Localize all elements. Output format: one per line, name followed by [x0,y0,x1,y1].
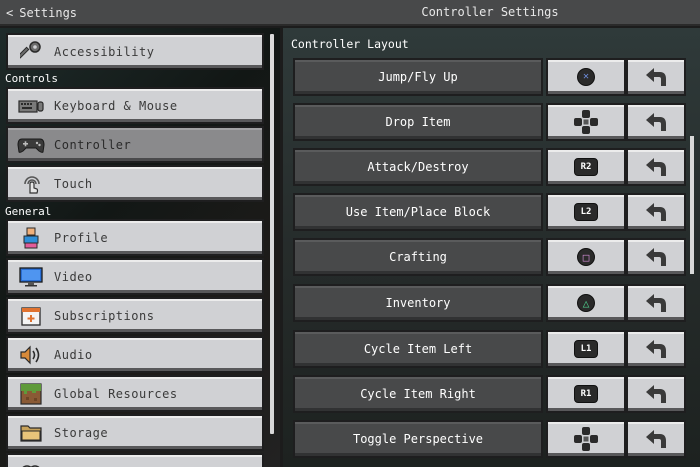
back-label: Settings [19,6,78,20]
partial-icon [16,460,46,467]
sidebar-scrollbar[interactable] [270,34,274,434]
undo-icon [646,385,666,403]
binding-button-toggle-perspective[interactable] [546,420,626,458]
binding-button-crafting[interactable]: □ [546,238,626,276]
keyboard-icon [16,94,46,118]
sidebar-item-global-resources[interactable]: Global Resources [6,375,264,412]
square-glyph: □ [582,250,590,264]
undo-icon [646,68,666,86]
reset-button-crafting[interactable] [626,238,686,276]
sidebar-item-video[interactable]: Video [6,258,264,295]
sidebar-item-profile[interactable]: Profile [6,219,264,256]
binding-button-cycle-left[interactable]: L1 [546,330,626,368]
reset-button-attack[interactable] [626,148,686,186]
action-button-cycle-item-left[interactable]: Cycle Item Left [293,330,543,368]
sidebar-item-label: Profile [54,230,109,245]
chevron-left-icon: < [6,6,14,20]
sidebar-item-label: Video [54,269,93,284]
undo-icon [646,340,666,358]
action-button-attack-destroy[interactable]: Attack/Destroy [293,148,543,186]
key-icon [16,40,46,64]
controller-layout-panel: Controller Layout Jump/Fly Up ✕ Drop Ite… [283,28,700,467]
reset-button-jump[interactable] [626,58,686,96]
page-title: Controller Settings [421,5,559,19]
reset-button-toggle-perspective[interactable] [626,420,686,458]
reset-button-drop-item[interactable] [626,103,686,141]
action-button-crafting[interactable]: Crafting [293,238,543,276]
undo-icon [646,294,666,312]
action-button-toggle-perspective[interactable]: Toggle Perspective [293,420,543,458]
back-button[interactable]: < Settings [6,4,77,22]
settings-sidebar: Accessibility Controls Keyboard & Mouse … [0,28,280,467]
sidebar-item-label: Storage [54,425,109,440]
reset-button-cycle-left[interactable] [626,330,686,368]
undo-icon [646,203,666,221]
touch-icon [16,172,46,196]
sidebar-item-accessibility[interactable]: Accessibility [6,33,264,70]
section-label-general: General [5,205,52,218]
binding-button-cycle-right[interactable]: R1 [546,375,626,413]
title-bar: < Settings Controller Settings [0,0,700,26]
sidebar-item-subscriptions[interactable]: Subscriptions [6,297,264,334]
triangle-button-icon: △ [577,294,595,312]
action-button-jump-fly-up[interactable]: Jump/Fly Up [293,58,543,96]
sidebar-item-touch[interactable]: Touch [6,165,264,202]
cross-button-icon: ✕ [577,68,595,86]
l1-bumper-icon: L1 [574,340,598,358]
sidebar-item-label: Accessibility [54,44,155,59]
reset-button-inventory[interactable] [626,284,686,322]
binding-button-jump[interactable]: ✕ [546,58,626,96]
sidebar-item-partial[interactable] [6,453,264,467]
sidebar-item-audio[interactable]: Audio [6,336,264,373]
section-title: Controller Layout [291,37,409,51]
binding-button-use-item[interactable]: L2 [546,193,626,231]
sidebar-item-label: Audio [54,347,93,362]
sidebar-item-controller[interactable]: Controller [6,126,264,163]
panel-scrollbar[interactable] [690,136,694,274]
binding-button-drop-item[interactable] [546,103,626,141]
sidebar-item-storage[interactable]: Storage [6,414,264,451]
r2-trigger-icon: R2 [574,158,598,176]
sidebar-item-label: Global Resources [54,386,178,401]
undo-icon [646,248,666,266]
binding-button-attack[interactable]: R2 [546,148,626,186]
folder-icon [16,421,46,445]
gamepad-icon [16,133,46,157]
dpad-icon [574,427,598,451]
sidebar-item-label: Keyboard & Mouse [54,98,178,113]
square-button-icon: □ [577,248,595,266]
undo-icon [646,430,666,448]
action-button-cycle-item-right[interactable]: Cycle Item Right [293,375,543,413]
section-label-controls: Controls [5,72,58,85]
sidebar-item-label: Subscriptions [54,308,155,323]
undo-icon [646,113,666,131]
binding-button-inventory[interactable]: △ [546,284,626,322]
triangle-glyph: △ [582,296,590,310]
sidebar-item-label: Controller [54,137,132,152]
calendar-icon [16,304,46,328]
reset-button-use-item[interactable] [626,193,686,231]
r1-bumper-icon: R1 [574,385,598,403]
action-button-drop-item[interactable]: Drop Item [293,103,543,141]
profile-icon [16,226,46,250]
l2-trigger-icon: L2 [574,203,598,221]
reset-button-cycle-right[interactable] [626,375,686,413]
action-button-inventory[interactable]: Inventory [293,284,543,322]
grass-block-icon [16,382,46,406]
action-button-use-item-place-block[interactable]: Use Item/Place Block [293,193,543,231]
cross-glyph: ✕ [582,71,590,82]
monitor-icon [16,265,46,289]
sidebar-item-keyboard-mouse[interactable]: Keyboard & Mouse [6,87,264,124]
dpad-icon [574,110,598,134]
sidebar-item-label: Touch [54,176,93,191]
speaker-icon [16,343,46,367]
undo-icon [646,158,666,176]
